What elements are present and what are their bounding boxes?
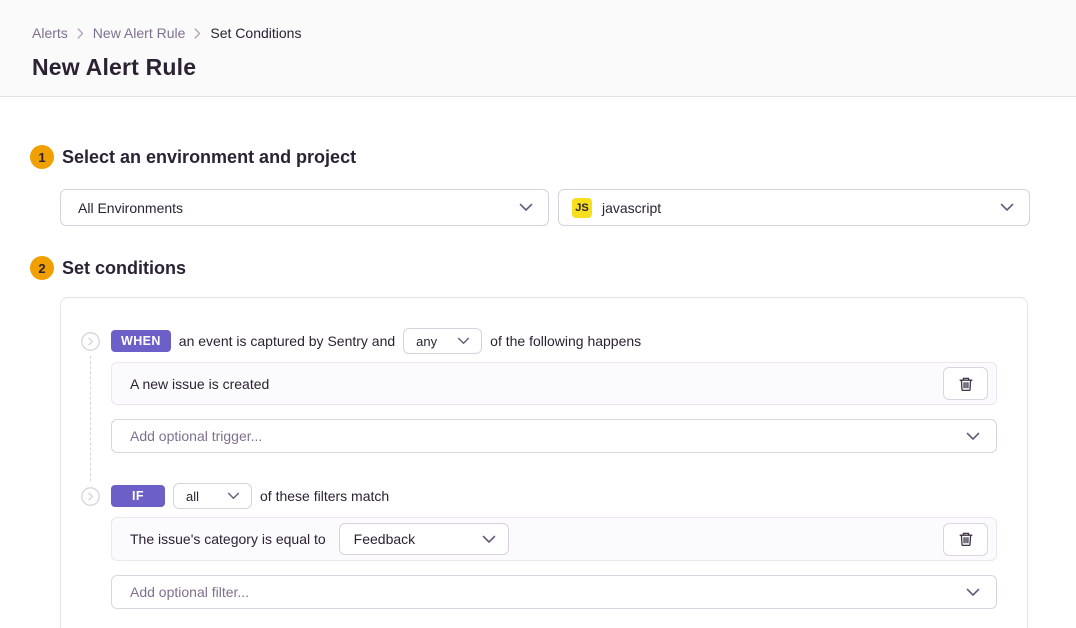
chevron-down-icon [966, 588, 980, 597]
chevron-down-icon [966, 432, 980, 441]
circle-chevron-right-icon [81, 332, 100, 351]
when-text-after: of the following happens [490, 333, 641, 349]
circle-chevron-right-icon [81, 487, 100, 506]
if-badge: IF [111, 485, 165, 507]
chevron-down-icon [227, 492, 240, 500]
chevron-down-icon [1000, 203, 1014, 212]
main-content: 1 Select an environment and project All … [0, 145, 1076, 628]
filter-value-select[interactable]: Feedback [339, 523, 509, 555]
when-lead: WHEN an event is captured by Sentry and … [111, 328, 997, 354]
conditions-card: WHEN an event is captured by Sentry and … [60, 297, 1028, 628]
project-select-value: javascript [602, 200, 1000, 216]
if-lead: IF all of these filters match [111, 483, 997, 509]
breadcrumb-alerts[interactable]: Alerts [32, 25, 68, 41]
environment-project-row: All Environments JS javascript [60, 189, 1030, 226]
page-header: Alerts New Alert Rule Set Conditions New… [0, 0, 1076, 97]
if-gutter [81, 483, 111, 609]
section-environment-title: Select an environment and project [62, 147, 356, 168]
breadcrumb-set-conditions: Set Conditions [210, 25, 301, 41]
delete-filter-button[interactable] [943, 523, 988, 556]
chevron-down-icon [482, 535, 496, 544]
when-step: WHEN an event is captured by Sentry and … [81, 328, 997, 453]
when-match-value: any [416, 334, 437, 349]
when-gutter [81, 328, 111, 453]
when-badge: WHEN [111, 330, 171, 352]
breadcrumb: Alerts New Alert Rule Set Conditions [32, 25, 1044, 41]
when-match-select[interactable]: any [403, 328, 482, 354]
environment-select-value: All Environments [78, 200, 519, 216]
trash-icon [958, 376, 974, 392]
filter-row-label: The issue's category is equal to [130, 531, 326, 547]
section-environment-heading: 1 Select an environment and project [30, 145, 1030, 169]
add-filter-select[interactable]: Add optional filter... [111, 575, 997, 609]
trigger-row-label: A new issue is created [130, 376, 943, 392]
filter-value: Feedback [354, 531, 415, 547]
environment-select[interactable]: All Environments [60, 189, 549, 226]
add-trigger-select[interactable]: Add optional trigger... [111, 419, 997, 453]
when-content: WHEN an event is captured by Sentry and … [111, 328, 997, 453]
when-text-before: an event is captured by Sentry and [179, 333, 395, 349]
add-trigger-placeholder: Add optional trigger... [130, 428, 262, 444]
if-match-select[interactable]: all [173, 483, 252, 509]
section-conditions-title: Set conditions [62, 258, 186, 279]
step-2-badge: 2 [30, 256, 54, 280]
if-content: IF all of these filters match The issue'… [111, 483, 997, 609]
section-conditions-heading: 2 Set conditions [30, 256, 1030, 280]
chevron-right-icon [194, 28, 201, 39]
delete-trigger-button[interactable] [943, 367, 988, 400]
filter-row: The issue's category is equal to Feedbac… [111, 517, 997, 561]
project-select[interactable]: JS javascript [558, 189, 1030, 226]
step-1-badge: 1 [30, 145, 54, 169]
chevron-right-icon [77, 28, 84, 39]
add-filter-placeholder: Add optional filter... [130, 584, 249, 600]
alert-rule-page: Alerts New Alert Rule Set Conditions New… [0, 0, 1076, 628]
chevron-down-icon [519, 203, 533, 212]
javascript-platform-icon: JS [572, 198, 592, 218]
if-step: IF all of these filters match The issue'… [81, 483, 997, 609]
if-match-value: all [186, 489, 199, 504]
if-text-after: of these filters match [260, 488, 389, 504]
breadcrumb-new-alert-rule[interactable]: New Alert Rule [93, 25, 186, 41]
chevron-down-icon [457, 337, 470, 345]
trash-icon [958, 531, 974, 547]
page-title: New Alert Rule [32, 54, 1044, 81]
trigger-row: A new issue is created [111, 362, 997, 405]
